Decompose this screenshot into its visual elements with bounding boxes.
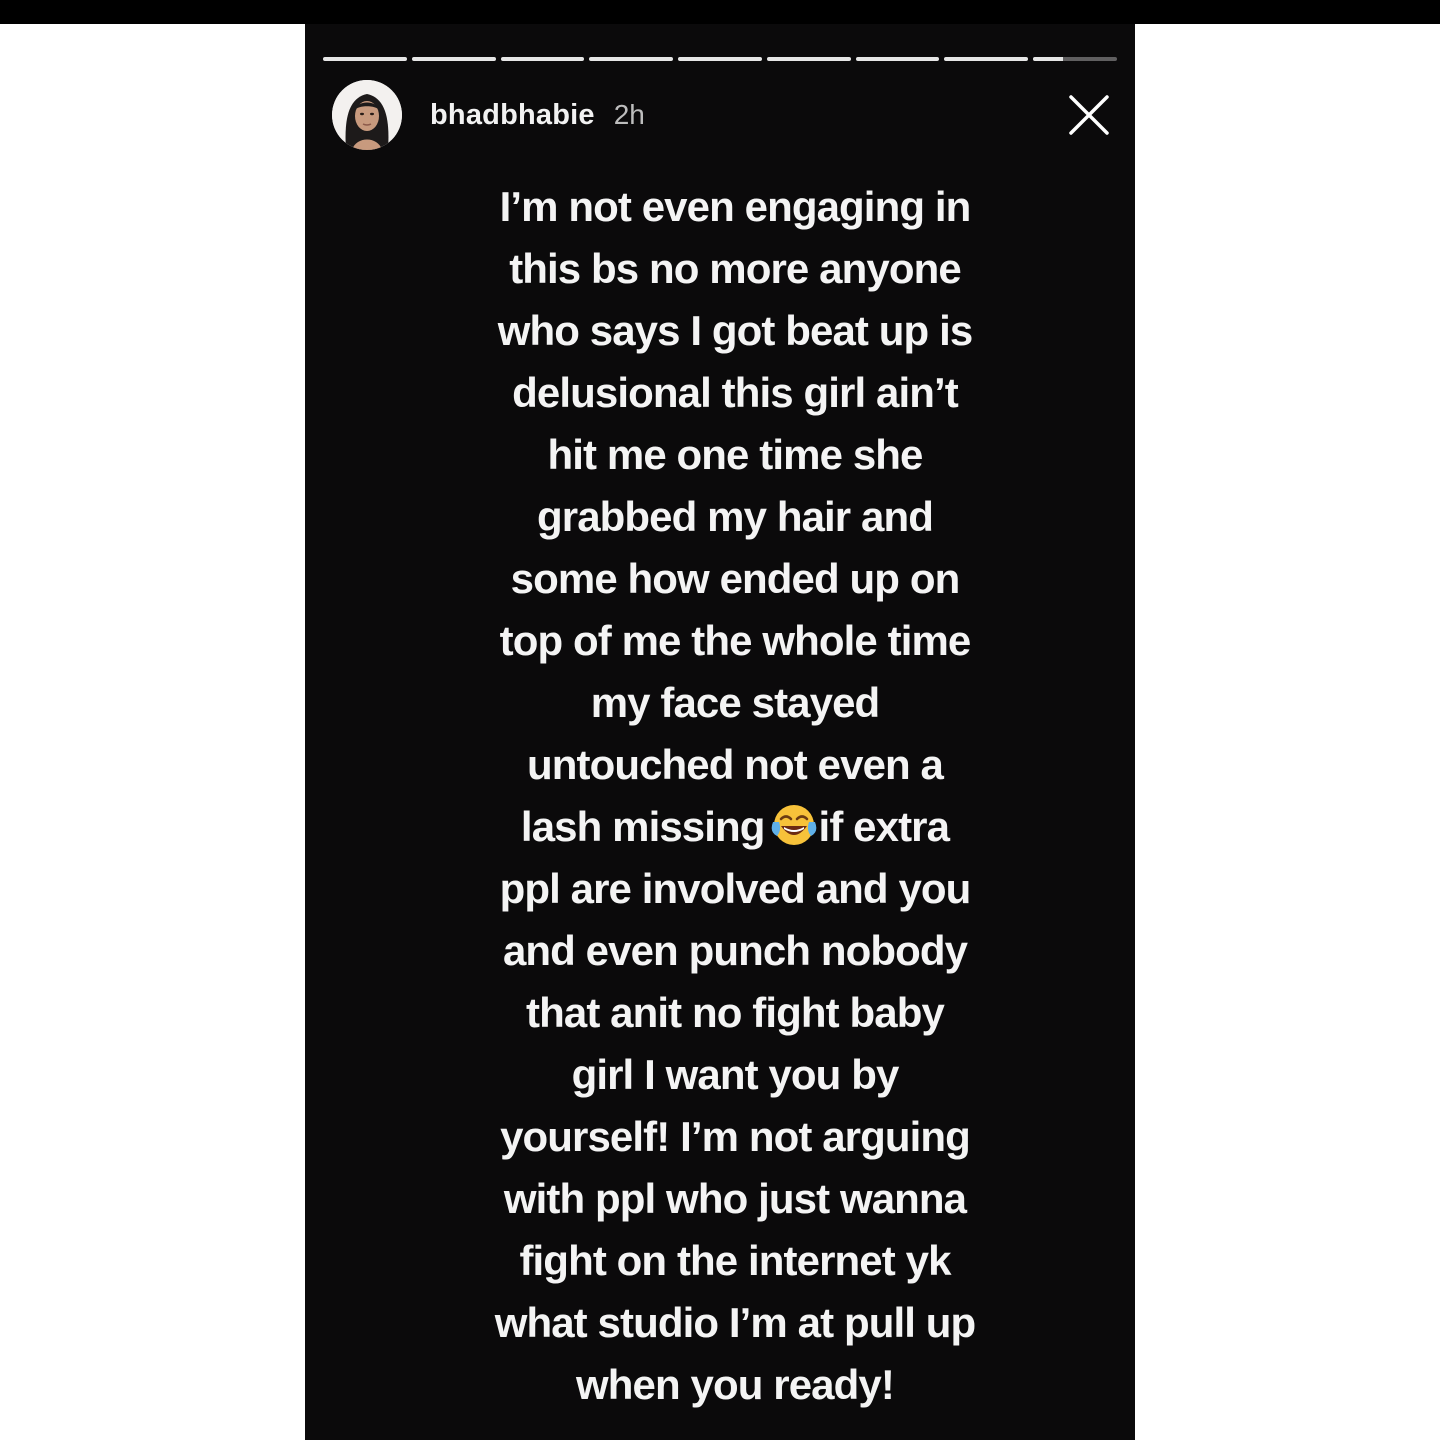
caption-line: girl I want you by bbox=[571, 1051, 900, 1098]
caption-line: my face stayed bbox=[590, 679, 880, 726]
username[interactable]: bhadbhabie bbox=[430, 99, 595, 132]
caption-line: when you ready! bbox=[576, 1361, 895, 1408]
story-text: I’m not even engaging in this bs no more… bbox=[445, 176, 1025, 1416]
caption-line: hit me one time she bbox=[547, 431, 924, 478]
progress-segment bbox=[766, 57, 851, 61]
progress-segment bbox=[323, 57, 407, 61]
caption-line: untouched not even a bbox=[526, 741, 944, 788]
face-with-tears-of-joy-icon bbox=[771, 802, 817, 848]
top-black-bar bbox=[0, 0, 1440, 24]
story-header: bhadbhabie 2h bbox=[332, 79, 645, 151]
progress-segment bbox=[944, 57, 1029, 61]
caption-line: top of me the whole time bbox=[499, 617, 972, 664]
progress-segment bbox=[678, 57, 762, 61]
caption-line: some how ended up on bbox=[510, 555, 961, 602]
post-timestamp: 2h bbox=[613, 99, 645, 130]
progress-segment bbox=[589, 57, 674, 61]
progress-segment bbox=[411, 57, 496, 61]
caption-line: and even punch nobody bbox=[502, 927, 968, 974]
caption-line: that anit no fight baby bbox=[526, 989, 945, 1036]
story-viewer[interactable]: bhadbhabie 2h I’m not even engaging in t… bbox=[305, 24, 1135, 1440]
caption-line: who says I got beat up is bbox=[497, 307, 973, 354]
story-progress-bar bbox=[323, 57, 1118, 61]
close-icon[interactable] bbox=[1067, 93, 1111, 137]
caption-line: I’m not even engaging in bbox=[499, 183, 972, 230]
avatar[interactable] bbox=[332, 80, 402, 150]
caption-line: fight on the internet yk bbox=[519, 1237, 951, 1284]
caption-line: delusional this girl ain’t bbox=[512, 369, 959, 416]
progress-segment bbox=[855, 57, 940, 61]
caption-line: grabbed my hair and bbox=[537, 493, 934, 540]
caption-line: with ppl who just wanna bbox=[503, 1175, 967, 1222]
caption-text: if extra bbox=[818, 803, 950, 850]
progress-segment bbox=[1033, 57, 1118, 61]
caption-line: what studio I’m at pull up bbox=[494, 1299, 976, 1346]
caption-line: yourself! I’m not arguing bbox=[500, 1113, 971, 1160]
caption-line: this bs no more anyone bbox=[509, 245, 962, 292]
progress-segment bbox=[500, 57, 585, 61]
caption-line: ppl are involved and you bbox=[499, 865, 972, 912]
caption-line-with-emoji: lash missing if extra bbox=[445, 796, 1025, 858]
caption-text: lash missing bbox=[520, 803, 766, 850]
